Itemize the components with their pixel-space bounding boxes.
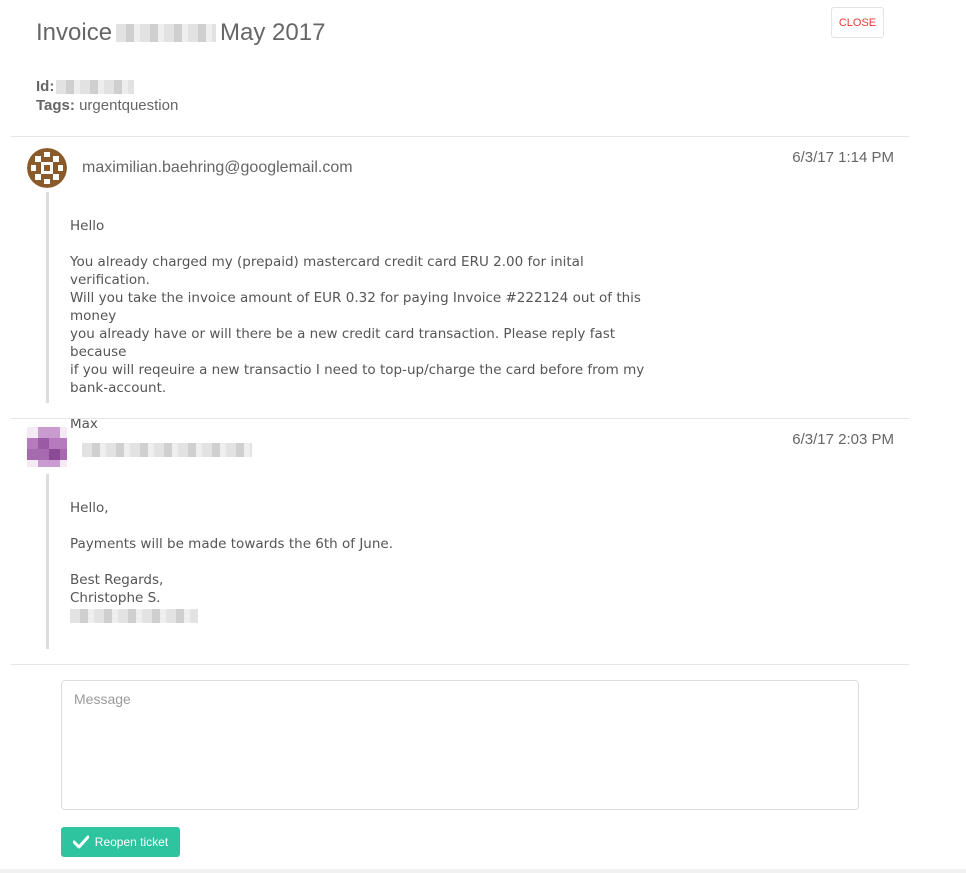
sender-email: maximilian.baehring@googlemail.com	[82, 159, 353, 176]
message-input[interactable]	[61, 680, 859, 810]
message-timestamp: 6/3/17 2:03 PM	[792, 431, 894, 448]
close-button[interactable]: CLOSE	[831, 7, 884, 38]
identicon-icon	[27, 427, 67, 467]
body-line: if you will reqeuire a new transactio I …	[70, 362, 645, 378]
body-line: You already charged my (prepaid) masterc…	[70, 254, 584, 288]
tags-label: Tags:	[36, 97, 75, 114]
ticket-tags: Tags: urgentquestion	[36, 97, 178, 114]
divider	[11, 664, 909, 665]
body-line: Hello	[70, 218, 105, 234]
checkmark-icon	[72, 835, 89, 849]
body-line: Hello,	[70, 500, 109, 516]
message-timestamp: 6/3/17 1:14 PM	[792, 149, 894, 166]
redacted-signature-line	[70, 607, 660, 628]
body-line: Payments will be made towards the 6th of…	[70, 536, 394, 552]
message-item: 6/3/17 2:03 PM Hello, Payments will be m…	[0, 419, 966, 664]
thread-line	[46, 474, 49, 649]
page-title: Invoice May 2017	[36, 16, 325, 50]
body-line: bank-account.	[70, 380, 167, 396]
body-line: you already have or will there be a new …	[70, 326, 616, 360]
message-item: maximilian.baehring@googlemail.com 6/3/1…	[0, 137, 966, 432]
redacted-sender	[82, 443, 252, 457]
avatar	[27, 148, 67, 188]
thread-line	[46, 192, 49, 403]
body-line: Best Regards,	[70, 572, 164, 588]
tags-value: urgentquestion	[79, 97, 179, 114]
bottom-edge	[0, 869, 966, 873]
message-body: Hello You already charged my (prepaid) m…	[70, 217, 660, 433]
id-label: Id:	[36, 78, 55, 95]
avatar	[27, 427, 67, 467]
body-line: Will you take the invoice amount of EUR …	[70, 290, 641, 324]
ticket-id: Id:	[36, 78, 138, 95]
redacted-invoice-number	[116, 24, 217, 42]
title-suffix: May 2017	[220, 19, 326, 46]
body-line: Christophe S.	[70, 590, 161, 606]
title-prefix: Invoice	[36, 19, 113, 46]
identicon-icon	[27, 148, 67, 188]
reopen-ticket-button[interactable]: Reopen ticket	[61, 827, 180, 857]
sender-email	[82, 443, 252, 462]
message-body: Hello, Payments will be made towards the…	[70, 499, 660, 628]
reopen-ticket-label: Reopen ticket	[94, 835, 169, 849]
redacted-id	[56, 79, 135, 94]
